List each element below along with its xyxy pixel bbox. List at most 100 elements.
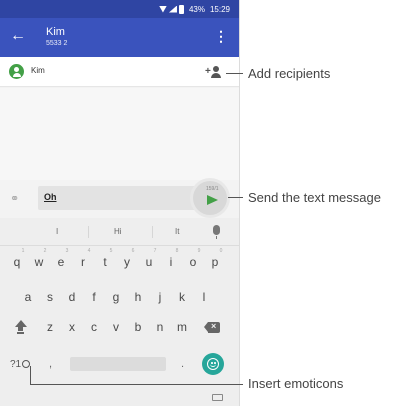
callout-insert-emoticons: Insert emoticons xyxy=(248,376,344,391)
wifi-icon xyxy=(158,5,167,13)
callout-send-message: Send the text message xyxy=(248,190,381,205)
add-person-head xyxy=(213,66,219,72)
shift-icon[interactable] xyxy=(14,320,28,334)
avatar-head xyxy=(14,67,19,72)
paperclip-icon[interactable]: ⚭ xyxy=(10,192,19,205)
char-counter: 159/1 xyxy=(206,186,219,192)
key-w[interactable]: w xyxy=(30,255,48,269)
key-k[interactable]: k xyxy=(173,290,191,304)
keyboard: I Hi It 1 q 2 w 3 e 4 r 5 t 6 y 7 u 8 i … xyxy=(0,218,239,406)
message-thread xyxy=(0,88,239,180)
key-f[interactable]: f xyxy=(85,290,103,304)
avatar-body xyxy=(12,73,21,77)
keyboard-nav xyxy=(0,390,239,406)
status-bar: 43% 15:29 xyxy=(0,0,239,18)
suggestion-1[interactable]: I xyxy=(56,227,58,236)
compose-bar: ⚭ Oh 159/1 xyxy=(0,180,239,218)
key-s[interactable]: s xyxy=(41,290,59,304)
contact-name: Kim xyxy=(46,26,65,38)
suggestion-2[interactable]: Hi xyxy=(114,227,122,236)
space-bar[interactable] xyxy=(70,357,166,371)
shift-arrow-stem xyxy=(18,327,23,331)
key-x[interactable]: x xyxy=(63,320,81,334)
key-c[interactable]: c xyxy=(85,320,103,334)
key-hint: 3 xyxy=(65,248,69,254)
arrow-left-icon[interactable]: ← xyxy=(10,26,26,46)
vertical-dots-icon[interactable]: ⋮ xyxy=(214,26,228,46)
key-hint: 8 xyxy=(175,248,179,254)
key-l[interactable]: l xyxy=(195,290,213,304)
key-j[interactable]: j xyxy=(151,290,169,304)
key-g[interactable]: g xyxy=(107,290,125,304)
key-i[interactable]: i xyxy=(162,255,180,269)
send-icon xyxy=(207,195,218,205)
microphone-icon[interactable] xyxy=(213,225,220,235)
suggestion-strip: I Hi It xyxy=(0,218,239,246)
smiley-mouth xyxy=(210,364,216,367)
add-person-body xyxy=(211,73,221,78)
signal-icon xyxy=(168,5,177,13)
key-n[interactable]: n xyxy=(151,320,169,334)
symbols-key[interactable]: ?1 xyxy=(10,359,31,370)
shift-arrow-head xyxy=(15,320,27,327)
send-button[interactable]: 159/1 xyxy=(193,181,227,215)
key-a[interactable]: a xyxy=(19,290,37,304)
add-plus: + xyxy=(205,66,211,77)
smiley-face xyxy=(207,358,219,370)
key-h[interactable]: h xyxy=(129,290,147,304)
callout-line-add xyxy=(226,73,243,74)
key-hint: 4 xyxy=(87,248,91,254)
callout-add-recipients: Add recipients xyxy=(248,66,331,81)
smiley-icon[interactable] xyxy=(202,353,224,375)
backspace-x: × xyxy=(211,321,217,331)
key-hint: 2 xyxy=(43,248,47,254)
callout-line-send xyxy=(228,197,243,198)
key-d[interactable]: d xyxy=(63,290,81,304)
key-hint: 6 xyxy=(131,248,135,254)
phone-screen: 43% 15:29 ← Kim 5533 2 ⋮ Kim + ⚭ Oh 159/… xyxy=(0,0,240,406)
suggestion-3[interactable]: It xyxy=(175,227,179,236)
recipients-row[interactable]: Kim + xyxy=(0,57,239,87)
key-t[interactable]: t xyxy=(96,255,114,269)
smiley-mini-icon xyxy=(22,360,31,368)
key-r[interactable]: r xyxy=(74,255,92,269)
key-b[interactable]: b xyxy=(129,320,147,334)
key-hint: 0 xyxy=(219,248,223,254)
message-input[interactable]: Oh xyxy=(38,186,196,210)
backspace-icon[interactable]: × xyxy=(204,321,220,333)
key-period[interactable]: . xyxy=(181,358,184,370)
status-icons xyxy=(158,4,184,14)
key-q[interactable]: q xyxy=(8,255,26,269)
key-o[interactable]: o xyxy=(184,255,202,269)
clock: 15:29 xyxy=(209,4,230,14)
key-m[interactable]: m xyxy=(173,320,191,334)
suggestion-divider xyxy=(152,226,153,238)
shift-underline xyxy=(17,332,24,334)
key-p[interactable]: p xyxy=(206,255,224,269)
symbols-key-label: ?1 xyxy=(10,359,22,370)
keyboard-hide-icon[interactable] xyxy=(212,394,223,401)
key-v[interactable]: v xyxy=(107,320,125,334)
key-u[interactable]: u xyxy=(140,255,158,269)
key-hint: 7 xyxy=(153,248,157,254)
app-bar: ← Kim 5533 2 ⋮ xyxy=(0,18,239,57)
add-person-icon[interactable]: + xyxy=(205,65,225,79)
recipient-chip[interactable]: Kim xyxy=(31,66,45,75)
avatar xyxy=(9,64,24,79)
suggestion-divider xyxy=(88,226,89,238)
microphone-stem xyxy=(216,236,217,239)
callout-line-emoticons xyxy=(30,384,243,385)
key-e[interactable]: e xyxy=(52,255,70,269)
contact-number: 5533 2 xyxy=(46,40,68,47)
message-text: Oh xyxy=(44,192,57,202)
key-hint: 5 xyxy=(109,248,113,254)
key-hint: 1 xyxy=(21,248,25,254)
key-comma[interactable]: , xyxy=(49,358,52,370)
key-y[interactable]: y xyxy=(118,255,136,269)
key-hint: 9 xyxy=(197,248,201,254)
key-z[interactable]: z xyxy=(41,320,59,334)
callout-line-emoticons-vertical xyxy=(30,366,31,384)
conversation-title: Kim 5533 2 xyxy=(46,26,67,49)
battery-icon xyxy=(178,4,184,14)
battery-percent: 43% xyxy=(188,4,205,14)
